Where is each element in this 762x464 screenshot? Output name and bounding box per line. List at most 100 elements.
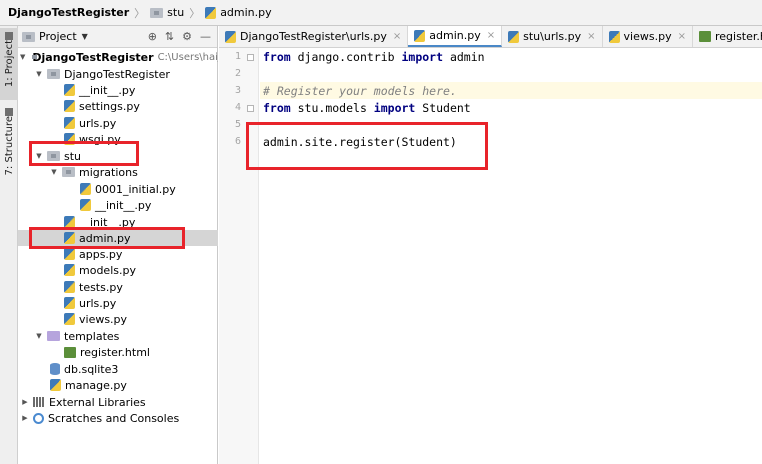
code-line-3[interactable]: # Register your models here. <box>263 82 457 99</box>
folder-icon <box>22 31 35 42</box>
code-text: stu.models <box>290 100 374 115</box>
tree-item-file[interactable]: tests.py <box>18 279 218 295</box>
tree-item-project-root[interactable]: ▼ DjangoTestRegister C:\Users\haiji <box>18 49 218 65</box>
code-text: admin <box>443 49 485 64</box>
close-icon[interactable]: × <box>393 31 401 42</box>
structure-tool-tab[interactable]: 7: Structure <box>0 104 18 186</box>
tree-item-migrations[interactable]: ▼ migrations <box>18 164 218 180</box>
editor-gutter: 1 2 3 4 5 6 <box>219 48 259 464</box>
code-line-4[interactable]: from stu.models import Student <box>263 99 471 116</box>
highlight-box-register-code <box>246 122 488 170</box>
tree-item-label: views.py <box>79 312 128 326</box>
structure-icon <box>5 108 13 116</box>
database-icon <box>50 363 60 375</box>
tree-item-file[interactable]: urls.py <box>18 295 218 311</box>
tab-register-html[interactable]: register.html × <box>693 26 762 47</box>
templates-folder-icon <box>47 331 60 341</box>
tab-label: register.html <box>714 30 762 43</box>
tree-item-file[interactable]: __init__.py <box>18 197 218 213</box>
tab-label: stu\urls.py <box>523 30 582 43</box>
python-file-icon <box>608 30 620 43</box>
tab-stu-urls[interactable]: stu\urls.py × <box>502 26 603 47</box>
html-file-icon <box>698 31 711 42</box>
highlight-box-admin-py <box>29 227 185 249</box>
tree-item-scratches[interactable]: ▶ Scratches and Consoles <box>18 410 218 426</box>
tree-item-file[interactable]: urls.py <box>18 115 218 131</box>
line-number: 1 <box>234 51 241 62</box>
python-file-icon <box>80 199 91 211</box>
tree-item-file[interactable]: manage.py <box>18 377 218 393</box>
chevron-down-icon: ▼ <box>20 53 26 61</box>
tab-label: DjangoTestRegister\urls.py <box>240 30 387 43</box>
tree-item-label: models.py <box>79 263 136 277</box>
python-file-icon <box>205 6 217 19</box>
tree-item-file[interactable]: settings.py <box>18 98 218 114</box>
breadcrumb-project[interactable]: DjangoTestRegister <box>8 6 129 19</box>
project-tool-tab-label: 1: Project <box>3 40 15 88</box>
hide-panel-icon[interactable]: — <box>200 30 211 43</box>
tree-item-external-libraries[interactable]: ▶ External Libraries <box>18 394 218 410</box>
project-view-selector[interactable]: Project ▼ <box>22 30 88 43</box>
tree-item-label: tests.py <box>79 280 123 294</box>
tree-item-label: urls.py <box>79 296 117 310</box>
tree-item-label: __init__.py <box>79 83 136 97</box>
python-file-icon <box>64 313 75 325</box>
chevron-right-icon: ▶ <box>22 414 28 422</box>
folder-icon <box>62 167 75 177</box>
tree-item-label: templates <box>64 329 120 343</box>
locate-file-icon[interactable]: ⊕ <box>148 30 157 43</box>
python-file-icon <box>64 281 75 293</box>
tree-item-file[interactable]: __init__.py <box>18 82 218 98</box>
python-file-icon <box>508 30 520 43</box>
tree-item-file[interactable]: register.html <box>18 344 218 360</box>
highlight-box-stu <box>29 141 139 166</box>
tool-window-strip: 1: Project 7: Structure <box>0 26 18 464</box>
tree-item-label: migrations <box>79 165 138 179</box>
tree-item-label: urls.py <box>79 116 117 130</box>
folder-icon <box>5 32 13 40</box>
breadcrumb-file[interactable]: admin.py <box>205 6 272 19</box>
project-tool-tab[interactable]: 1: Project <box>0 28 18 100</box>
tree-item-label: DjangoTestRegister <box>64 67 170 81</box>
python-file-icon <box>64 297 75 309</box>
folder-icon <box>150 7 164 18</box>
breadcrumb-folder[interactable]: stu <box>150 6 184 19</box>
tree-item-file[interactable]: views.py <box>18 311 218 327</box>
python-file-icon <box>64 248 75 260</box>
fold-icon[interactable] <box>247 54 254 61</box>
tree-item-templates[interactable]: ▼ templates <box>18 328 218 344</box>
tab-views-py[interactable]: views.py × <box>603 26 693 47</box>
code-editor: DjangoTestRegister\urls.py × admin.py × … <box>219 26 762 464</box>
tree-item-djangotestregister[interactable]: ▼ DjangoTestRegister <box>18 66 218 82</box>
tree-item-file[interactable]: 0001_initial.py <box>18 181 218 197</box>
tab-admin-py[interactable]: admin.py × <box>408 26 503 47</box>
breadcrumb-separator: 〉 <box>134 6 146 20</box>
tree-item-label: Scratches and Consoles <box>48 411 180 425</box>
editor-tabs: DjangoTestRegister\urls.py × admin.py × … <box>219 26 762 48</box>
python-file-icon <box>414 29 426 42</box>
library-icon <box>33 397 45 407</box>
tree-item-file[interactable]: models.py <box>18 262 218 278</box>
line-number: 3 <box>234 85 241 96</box>
tree-item-label: __init__.py <box>95 198 152 212</box>
tree-item-label: settings.py <box>79 99 140 113</box>
tree-item-label: register.html <box>80 345 150 359</box>
structure-tool-tab-label: 7: Structure <box>3 116 15 176</box>
tree-item-file[interactable]: db.sqlite3 <box>18 361 218 377</box>
code-line-1[interactable]: from django.contrib import admin <box>263 48 485 65</box>
close-icon[interactable]: × <box>587 31 595 42</box>
close-icon[interactable]: × <box>487 30 495 41</box>
fold-icon[interactable] <box>247 105 254 112</box>
project-panel-toolbar: Project ▼ ⊕ ⇅ ⚙ — <box>18 26 217 48</box>
tree-item-label: External Libraries <box>49 395 146 409</box>
python-file-icon <box>225 30 236 43</box>
python-file-icon <box>80 183 91 195</box>
tree-item-label: 0001_initial.py <box>95 182 176 196</box>
gear-icon[interactable]: ⚙ <box>182 30 192 43</box>
close-icon[interactable]: × <box>678 31 686 42</box>
tab-djangotestregister-urls[interactable]: DjangoTestRegister\urls.py × <box>219 26 409 47</box>
chevron-down-icon: ▼ <box>51 168 57 176</box>
keyword: import <box>401 49 444 64</box>
collapse-all-icon[interactable]: ⇅ <box>165 30 174 43</box>
python-file-icon <box>64 84 75 96</box>
